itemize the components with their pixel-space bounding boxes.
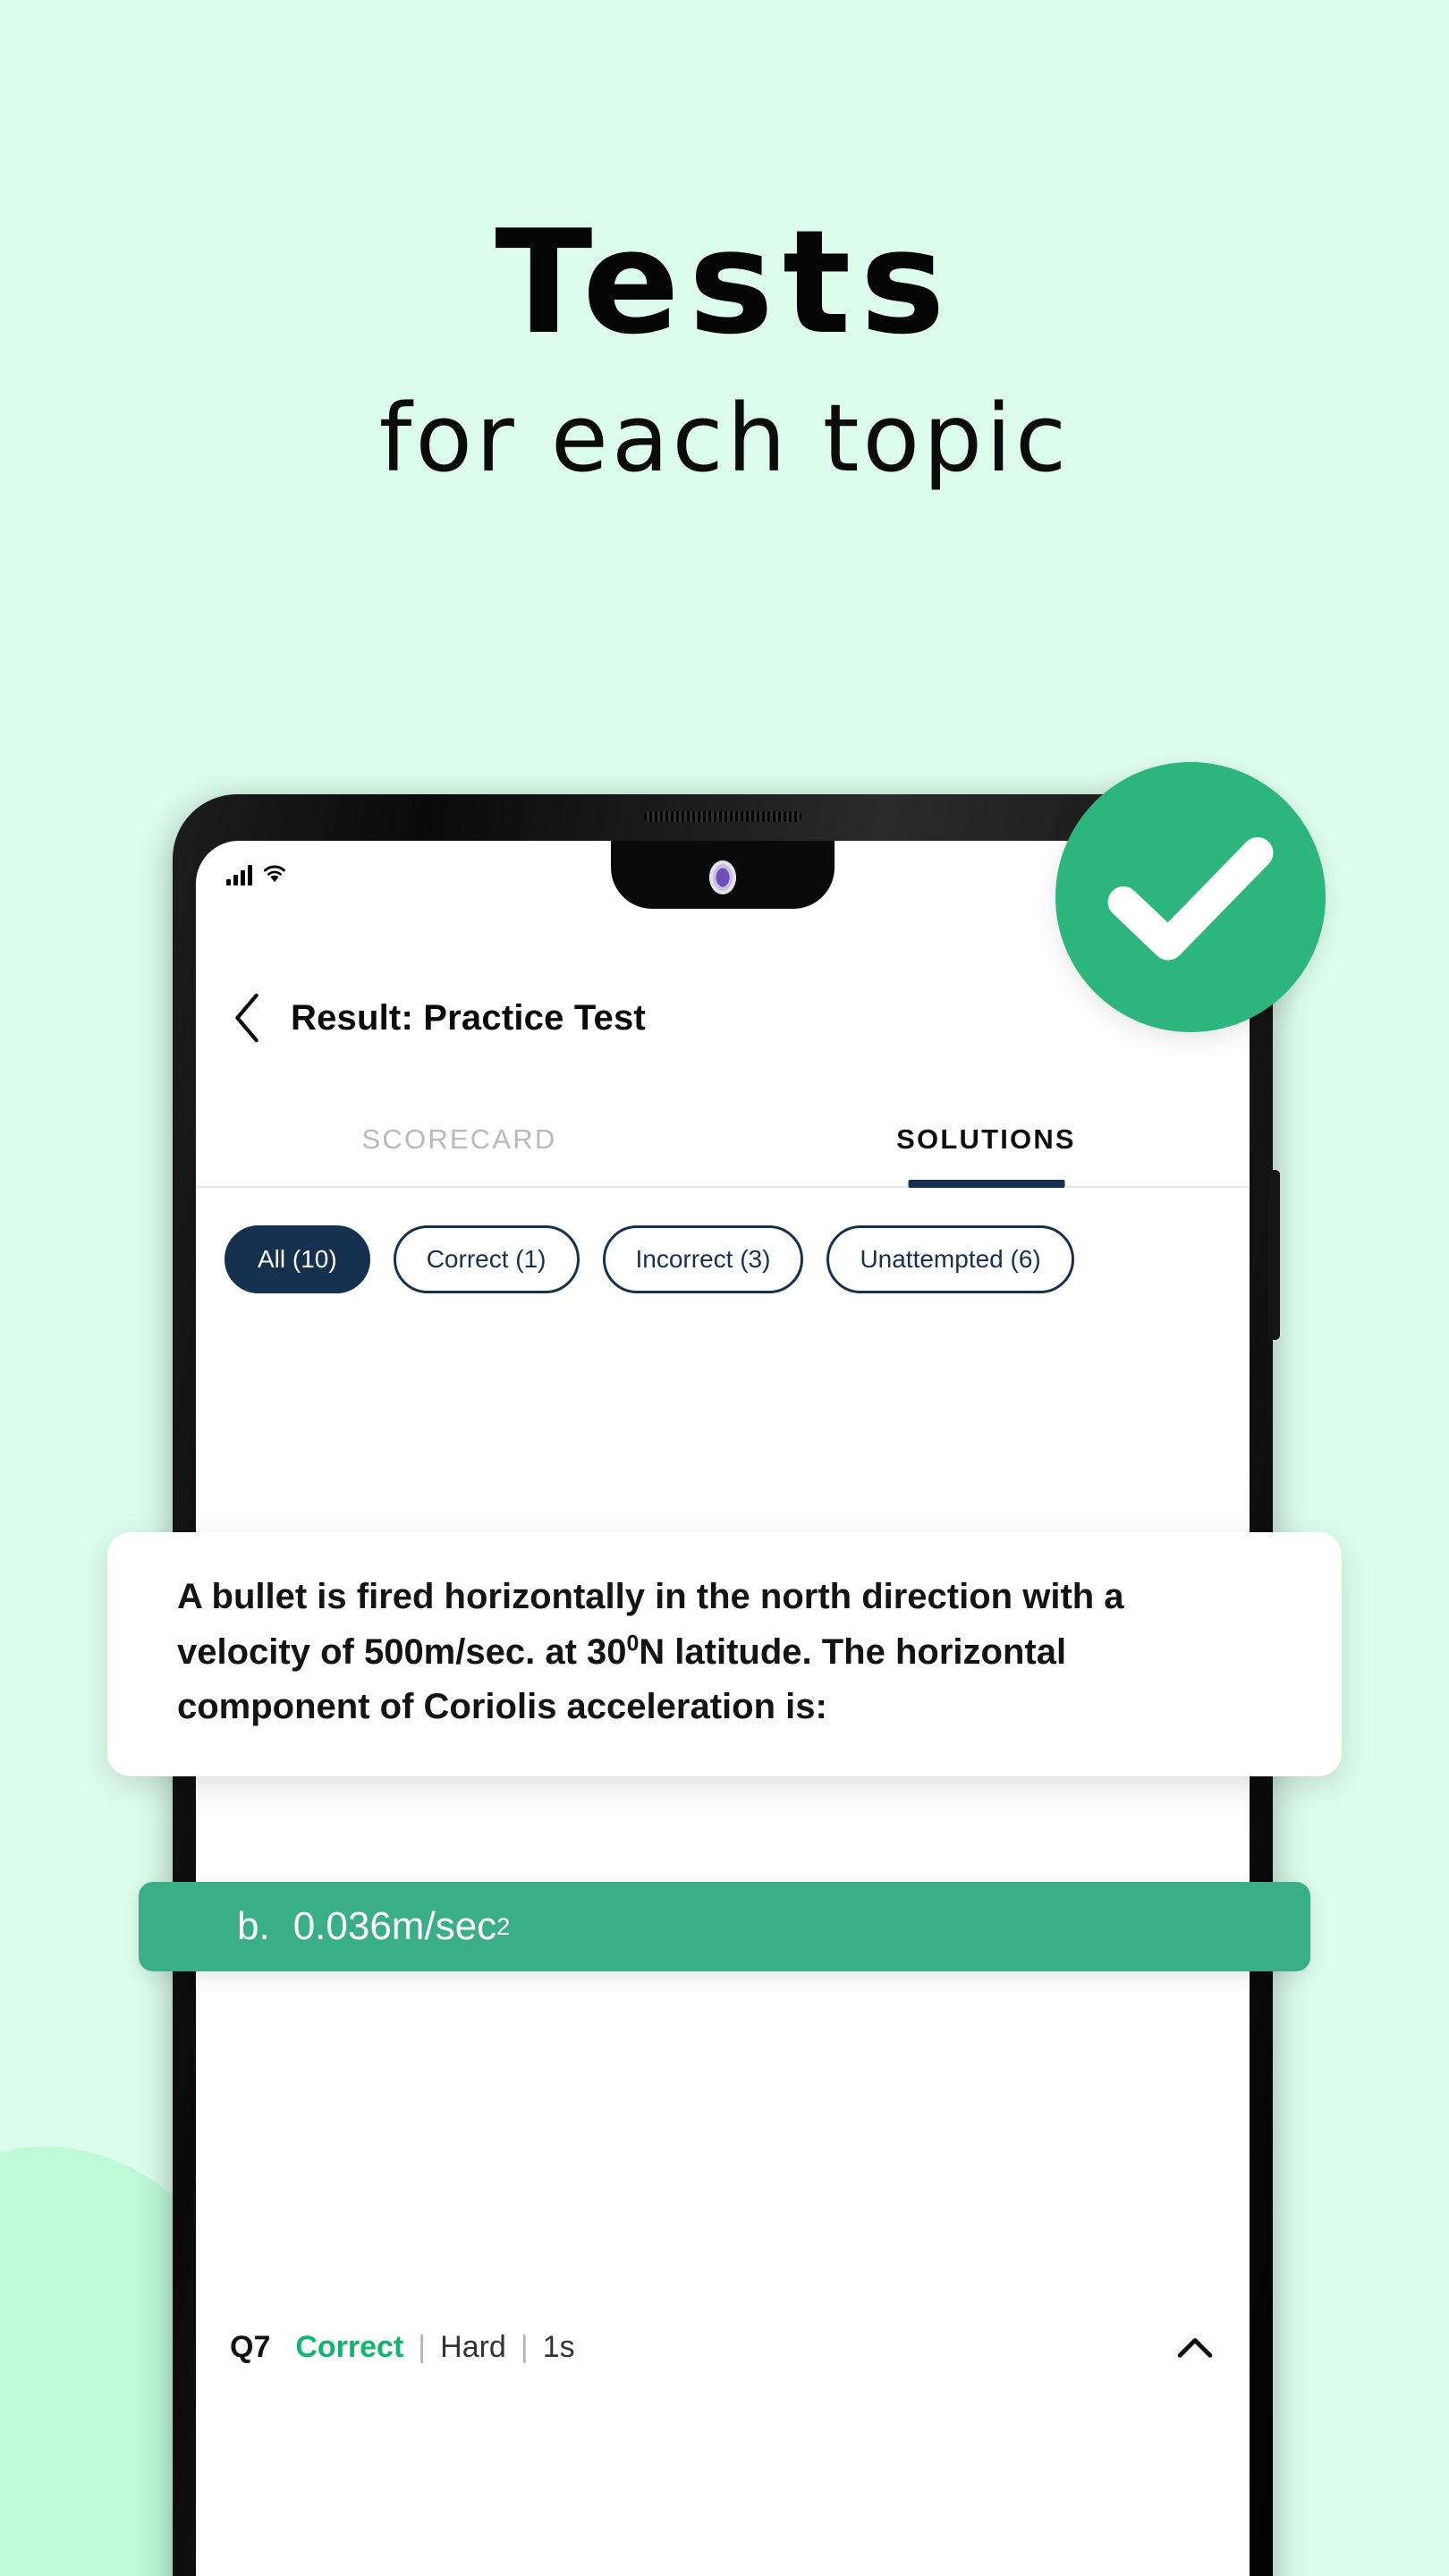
question-time-taken: 1s [542,2329,575,2364]
question-card: A bullet is fired horizontally in the no… [107,1532,1342,1776]
question-text: A bullet is fired horizontally in the no… [177,1570,1272,1735]
degree-exponent: 0 [626,1631,640,1657]
question-text-line-2-b: N latitude. The horizontal [639,1631,1067,1672]
promo-title: Tests [495,199,954,366]
filter-chip-incorrect[interactable]: Incorrect (3) [602,1225,804,1293]
meta-separator: | [418,2329,427,2364]
question-text-line-2-a: velocity of 500m/sec. at 30 [177,1631,627,1672]
filter-chip-group: All (10) Correct (1) Incorrect (3) Unatt… [196,1225,1250,1293]
tab-solutions[interactable]: SOLUTIONS [723,1093,1250,1186]
option-value: 0.036m/sec [292,1904,497,1948]
signal-bars-icon [226,864,252,886]
option-row-b-correct[interactable]: b. 0.036m/sec 2 [139,1882,1310,1971]
result-tabs: SCORECARD SOLUTIONS [196,1093,1250,1188]
chevron-up-icon[interactable] [1174,2334,1216,2360]
phone-earpiece-speaker [644,811,801,822]
check-icon [1106,828,1275,967]
option-letter: b. [237,1904,270,1948]
question-meta-row: Q7 Correct | Hard | 1s [196,2304,1250,2390]
camera-lens [716,868,730,887]
filter-chip-unattempted[interactable]: Unattempted (6) [826,1225,1074,1293]
question-text-line-3: component of Coriolis acceleration is: [177,1687,827,1727]
question-text-line-2: velocity of 500m/sec. at 300N latitude. … [177,1625,1272,1681]
filter-chip-correct[interactable]: Correct (1) [393,1225,580,1293]
front-camera-icon [709,860,736,894]
question-difficulty: Hard [440,2329,506,2364]
wifi-icon [261,862,288,888]
question-number: Q7 [230,2329,271,2364]
phone-power-button[interactable] [1267,1170,1280,1340]
meta-separator: | [520,2329,529,2364]
question-text-line-1: A bullet is fired horizontally in the no… [177,1577,1124,1616]
option-exponent: 2 [496,1912,511,1940]
tab-scorecard[interactable]: SCORECARD [196,1093,723,1186]
page-title: Result: Practice Test [291,997,646,1038]
filter-chip-all[interactable]: All (10) [225,1225,370,1293]
status-bar-left [226,862,288,888]
promo-subtitle: for each topic [378,384,1071,493]
promo-heading-group: Tests for each topic [0,0,1449,493]
back-chevron-icon[interactable] [230,992,266,1044]
success-check-badge [1055,762,1326,1032]
question-status-badge: Correct [295,2329,404,2364]
